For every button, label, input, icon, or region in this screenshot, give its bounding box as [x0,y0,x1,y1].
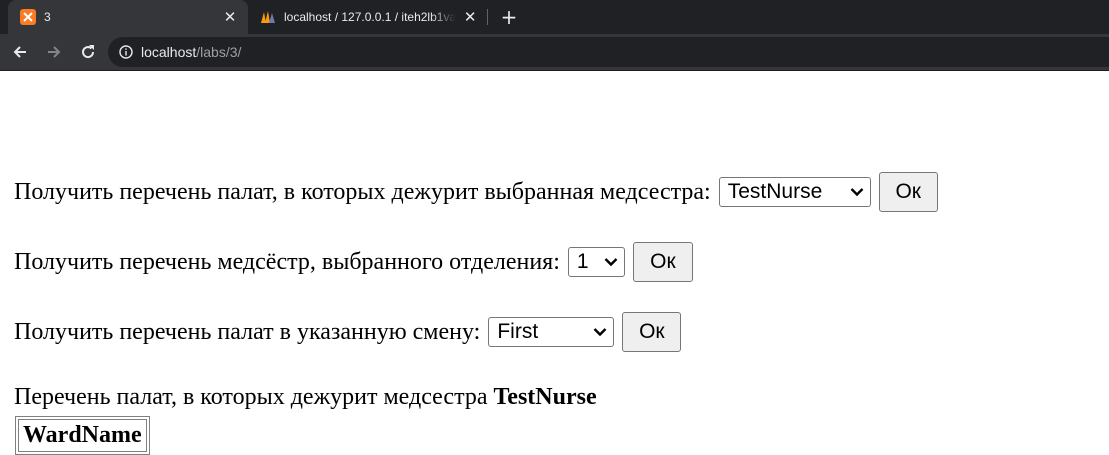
column-header-wardname: WardName [18,419,147,452]
tab-strip: 3 ✕ localhost / 127.0.0.1 / iteh2lb1var … [0,0,1109,34]
tab-active[interactable]: 3 ✕ [8,0,248,34]
result-nurse-name: TestNurse [493,384,597,410]
back-button[interactable] [6,38,34,66]
browser-toolbar: localhost /labs/3/ [0,34,1109,70]
result-caption: Перечень палат, в которых дежурит медсес… [14,384,597,411]
nurse-select[interactable]: TestNurse [718,177,871,207]
info-icon[interactable] [119,45,133,59]
wards-table: WardName [15,416,150,455]
nurse-ok-button[interactable]: Ок [878,172,938,212]
forward-button[interactable] [40,38,68,66]
department-nurses-label: Получить перечень медсёстр, выбранного о… [14,248,560,275]
tab-title: 3 [44,10,51,24]
result-caption-text: Перечень палат, в которых дежурит медсес… [14,384,494,410]
nurse-wards-label: Получить перечень палат, в которых дежур… [14,178,711,205]
shift-select-value: First [497,320,539,343]
xampp-icon [20,9,36,25]
arrow-right-icon [46,44,62,60]
phpmyadmin-icon [260,9,276,25]
url-path: /labs/3/ [196,44,242,60]
url-host: localhost [141,44,197,60]
chevron-down-icon [604,257,618,267]
reload-icon [80,44,96,60]
department-nurses-form: Получить перечень медсёстр, выбранного о… [14,242,693,282]
address-bar[interactable]: localhost /labs/3/ [108,37,1109,67]
shift-wards-label: Получить перечень палат в указанную смен… [14,318,481,345]
arrow-left-icon [12,44,28,60]
new-tab-button[interactable]: + [497,5,521,29]
department-select[interactable]: 1 [567,247,625,277]
tab-inactive[interactable]: localhost / 127.0.0.1 / iteh2lb1var ✕ [248,0,488,34]
shift-select[interactable]: First [488,317,615,347]
department-select-value: 1 [576,250,589,273]
nurse-select-value: TestNurse [727,180,823,203]
close-tab-icon[interactable]: ✕ [222,9,238,26]
nurse-wards-form: Получить перечень палат, в которых дежур… [14,172,938,212]
chrome-divider [0,70,1109,71]
shift-ok-button[interactable]: Ок [622,312,682,352]
reload-button[interactable] [74,38,102,66]
chevron-down-icon [593,327,607,337]
tab-title: localhost / 127.0.0.1 / iteh2lb1var [284,10,457,24]
chevron-down-icon [850,187,864,197]
tab-separator [487,9,488,25]
close-tab-icon[interactable]: ✕ [462,9,478,26]
department-ok-button[interactable]: Ок [632,242,693,282]
shift-wards-form: Получить перечень палат в указанную смен… [14,312,682,352]
table-header-row: WardName [18,419,147,452]
